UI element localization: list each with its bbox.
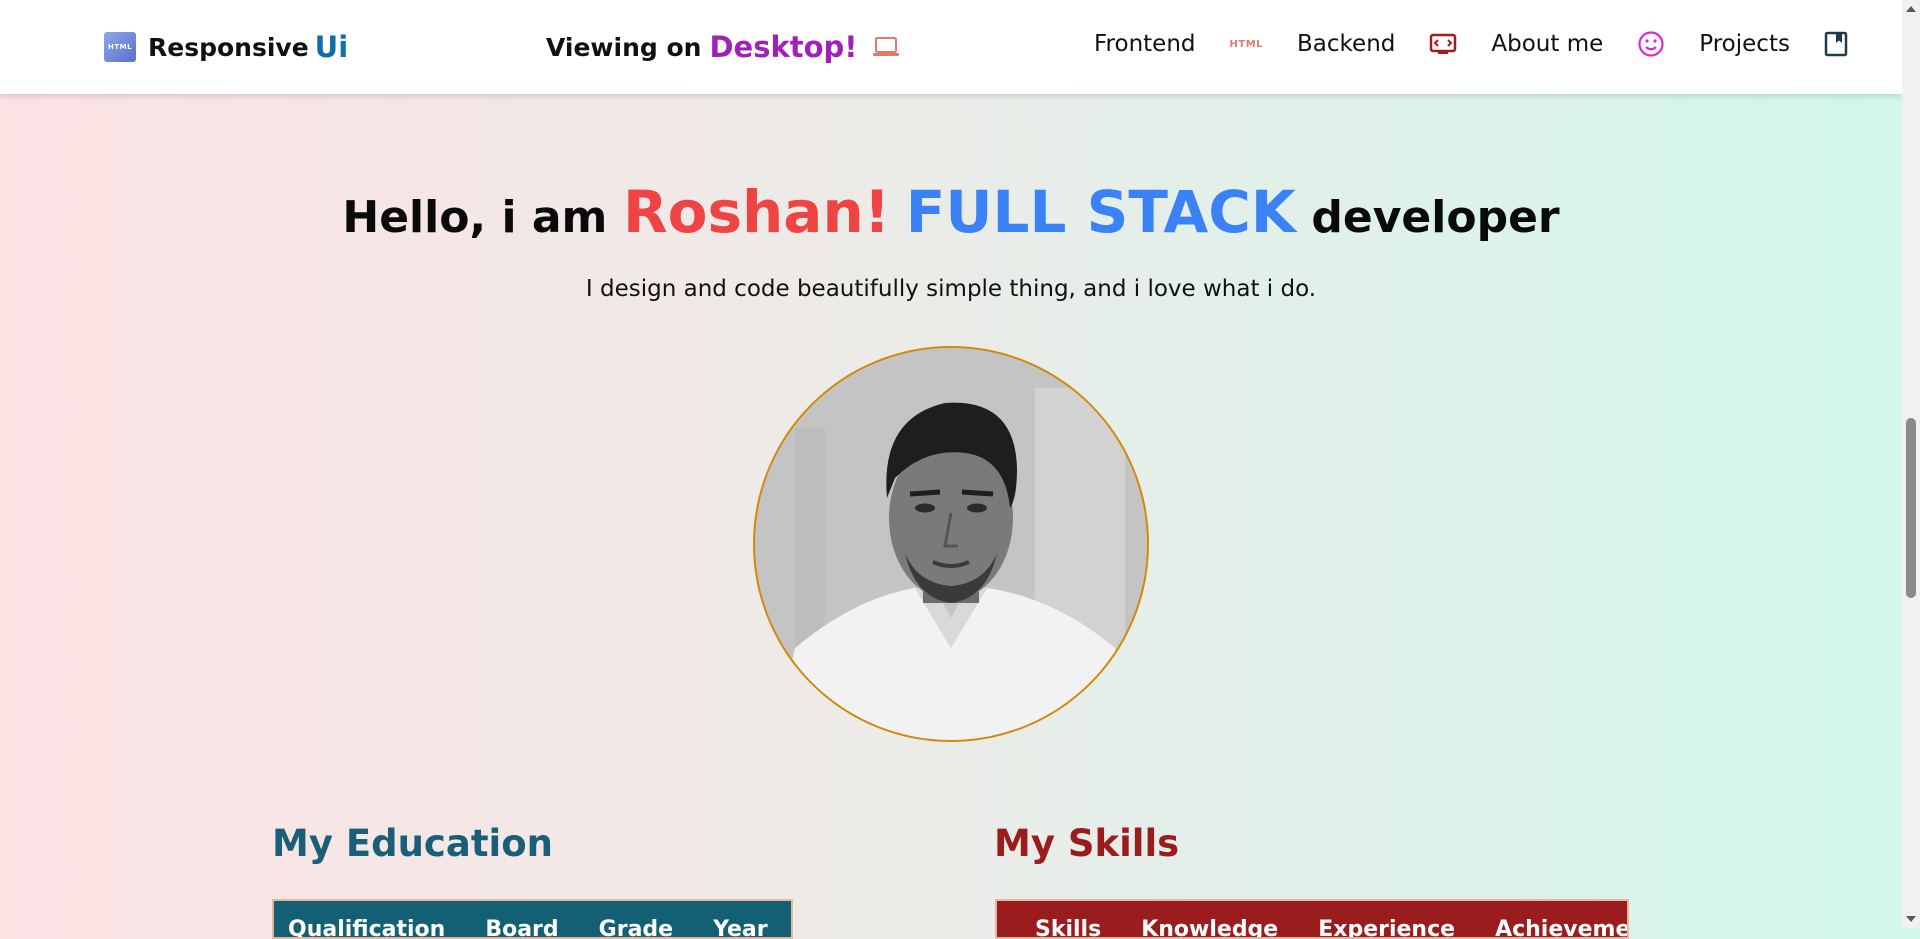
- education-table-header: Qualification Board Grade Year: [272, 899, 793, 939]
- skills-header-skills: Skills: [1035, 917, 1102, 939]
- scrollbar-thumb[interactable]: [1906, 418, 1916, 598]
- nav-link-frontend[interactable]: Frontend: [1094, 31, 1196, 57]
- hero-name: Roshan!: [622, 178, 891, 246]
- brand-text: Responsive: [148, 32, 309, 62]
- hero-subtitle: I design and code beautifully simple thi…: [585, 276, 1317, 302]
- brand-accent: Ui: [314, 30, 349, 64]
- education-header-year: Year: [713, 917, 768, 939]
- hero-title: Hello, i am Roshan! FULL STACK developer: [0, 178, 1902, 246]
- navbar: HTML Responsive Ui Viewing on Desktop! F…: [0, 0, 1902, 94]
- nav-link-about[interactable]: About me: [1491, 31, 1603, 57]
- nav-link-projects[interactable]: Projects: [1699, 31, 1790, 57]
- html-logo-icon: HTML: [104, 32, 136, 62]
- education-title: My Education: [272, 822, 553, 865]
- viewing-label: Viewing on: [546, 32, 702, 62]
- hero-greeting: Hello, i am: [342, 192, 608, 243]
- brand[interactable]: HTML Responsive Ui: [104, 30, 348, 64]
- education-header-qualification: Qualification: [288, 917, 446, 939]
- nav-menu: Frontend HTML Backend About me Projects: [1094, 30, 1882, 58]
- bookmark-icon: [1824, 31, 1848, 57]
- skills-header-experience: Experience: [1318, 917, 1456, 939]
- html-icon: HTML: [1229, 38, 1264, 50]
- page-scrollbar[interactable]: [1902, 0, 1920, 928]
- smiley-icon: [1637, 30, 1665, 58]
- nav-link-backend[interactable]: Backend: [1297, 31, 1395, 57]
- skills-title: My Skills: [994, 822, 1180, 865]
- device-indicator: Viewing on Desktop!: [546, 30, 900, 64]
- hero-role: FULL STACK: [905, 178, 1296, 246]
- skills-header-achievement: Achievement: [1495, 917, 1629, 939]
- scroll-up-arrow-icon[interactable]: [1906, 6, 1916, 12]
- profile-photo: [755, 348, 1147, 740]
- viewing-device: Desktop!: [709, 30, 858, 64]
- education-header-board: Board: [485, 917, 559, 939]
- laptop-icon: [872, 37, 899, 56]
- skills-table-header: Skills Knowledge Experience Achievement: [995, 899, 1629, 939]
- profile-avatar: [753, 346, 1149, 742]
- code-screen-icon: [1429, 32, 1457, 56]
- scroll-down-arrow-icon[interactable]: [1906, 916, 1916, 922]
- education-header-grade: Grade: [598, 917, 674, 939]
- hero-role-suffix: developer: [1311, 192, 1560, 243]
- skills-header-knowledge: Knowledge: [1141, 917, 1279, 939]
